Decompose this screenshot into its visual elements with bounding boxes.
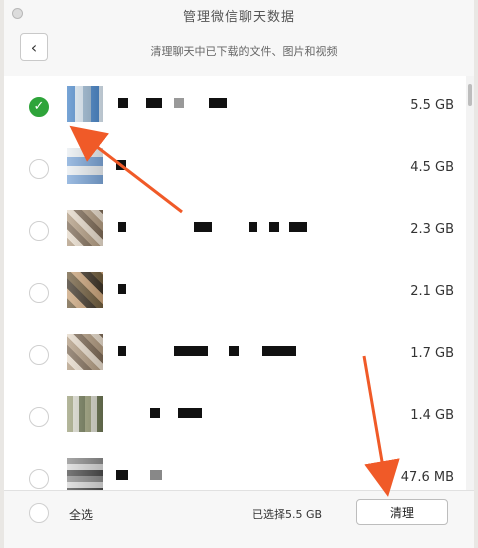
chat-data-item[interactable]: 2.3 GB <box>4 200 466 262</box>
redacted-name <box>146 98 162 108</box>
redacted-name <box>262 346 296 356</box>
storage-size: 5.5 GB <box>410 98 454 113</box>
chat-data-item[interactable]: 2.1 GB <box>4 262 466 324</box>
storage-size: 1.4 GB <box>410 408 454 423</box>
chat-data-item[interactable]: 4.5 GB <box>4 138 466 200</box>
redacted-name <box>249 222 257 232</box>
selected-checkbox[interactable]: ✓ <box>29 97 49 117</box>
redacted-name <box>150 470 162 480</box>
redacted-name <box>178 408 202 418</box>
unselected-checkbox[interactable] <box>29 469 49 489</box>
unselected-checkbox[interactable] <box>29 283 49 303</box>
avatar <box>67 272 103 308</box>
wechat-data-manager-window: 管理微信聊天数据 ‹ 清理聊天中已下载的文件、图片和视频 ✓ 5.5 GB 4.… <box>4 0 474 548</box>
unselected-checkbox[interactable] <box>29 159 49 179</box>
redacted-name <box>118 98 128 108</box>
unselected-checkbox[interactable] <box>29 221 49 241</box>
storage-size: 47.6 MB <box>400 470 454 485</box>
redacted-name <box>229 346 239 356</box>
redacted-name <box>116 470 128 480</box>
redacted-name <box>174 98 184 108</box>
redacted-name <box>116 160 126 170</box>
select-all-checkbox[interactable] <box>29 503 49 523</box>
chat-data-list: ✓ 5.5 GB 4.5 GB 2.3 GB 2.1 GB 1.7 GB 1.4… <box>4 76 466 494</box>
chat-data-item[interactable]: 1.7 GB <box>4 324 466 386</box>
scrollbar-thumb[interactable] <box>468 84 472 106</box>
avatar <box>67 396 103 432</box>
redacted-name <box>118 346 126 356</box>
storage-size: 2.3 GB <box>410 222 454 237</box>
scrollbar[interactable] <box>466 76 474 490</box>
avatar <box>67 86 103 122</box>
footer-bar: 全选 已选择5.5 GB 清理 <box>4 490 474 548</box>
redacted-name <box>174 346 208 356</box>
storage-size: 2.1 GB <box>410 284 454 299</box>
redacted-name <box>269 222 279 232</box>
selected-size-summary: 已选择5.5 GB <box>252 508 323 521</box>
avatar <box>67 334 103 370</box>
window-title: 管理微信聊天数据 <box>182 10 295 25</box>
unselected-checkbox[interactable] <box>29 407 49 427</box>
chat-data-item[interactable]: 1.4 GB <box>4 386 466 448</box>
avatar <box>67 148 103 184</box>
storage-size: 1.7 GB <box>410 346 454 361</box>
avatar <box>67 210 103 246</box>
unselected-checkbox[interactable] <box>29 345 49 365</box>
storage-size: 4.5 GB <box>410 160 454 175</box>
redacted-name <box>118 284 126 294</box>
chat-data-item[interactable]: ✓ 5.5 GB <box>4 76 466 138</box>
redacted-name <box>289 222 307 232</box>
clean-button[interactable]: 清理 <box>356 499 448 525</box>
redacted-name <box>118 222 126 232</box>
avatar <box>67 458 103 494</box>
chevron-left-icon: ‹ <box>30 37 38 57</box>
redacted-name <box>209 98 227 108</box>
select-all-label: 全选 <box>69 508 94 522</box>
redacted-name <box>194 222 212 232</box>
titlebar: 管理微信聊天数据 <box>4 0 474 28</box>
redacted-name <box>150 408 160 418</box>
back-button[interactable]: ‹ <box>20 33 48 61</box>
page-subtitle: 清理聊天中已下载的文件、图片和视频 <box>150 45 338 58</box>
